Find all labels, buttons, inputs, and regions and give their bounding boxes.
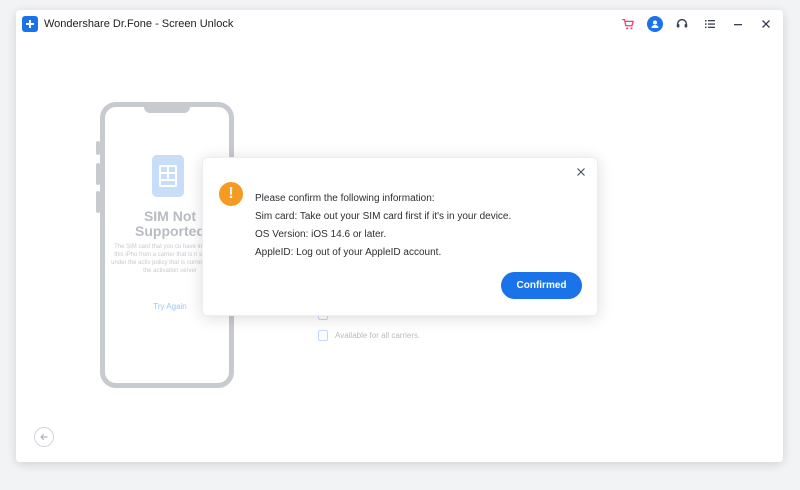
dialog-line: Please confirm the following information… — [255, 193, 435, 204]
app-logo-icon — [22, 16, 38, 32]
app-title: Wondershare Dr.Fone - Screen Unlock — [44, 18, 234, 30]
try-again-link[interactable]: Try Again — [135, 302, 205, 311]
dialog-close-icon[interactable] — [575, 166, 587, 178]
menu-icon[interactable] — [701, 15, 719, 33]
dialog-line: Sim card: Take out your SIM card first i… — [255, 211, 512, 222]
main-content: SIM Not Supported The SIM card that you … — [16, 38, 783, 462]
arrow-left-icon — [40, 433, 48, 441]
confirmed-button[interactable]: Confirmed — [501, 272, 582, 299]
background-row: Available for all carriers. — [318, 330, 420, 341]
phone-notch — [144, 102, 190, 113]
user-avatar-icon[interactable] — [647, 16, 663, 32]
warning-icon: ! — [219, 182, 243, 206]
window-actions — [619, 10, 775, 38]
confirmation-dialog: ! Please confirm the following informati… — [202, 157, 598, 316]
minimize-icon[interactable] — [729, 15, 747, 33]
close-icon[interactable] — [757, 15, 775, 33]
cart-icon[interactable] — [619, 15, 637, 33]
phone-side-button — [96, 163, 100, 185]
phone-side-button — [96, 141, 100, 155]
background-row-label: Available for all carriers. — [335, 331, 421, 340]
app-window: Wondershare Dr.Fone - Screen Unlock SIM … — [16, 10, 783, 462]
dialog-line: OS Version: iOS 14.6 or later. — [255, 229, 387, 240]
document-icon — [318, 330, 328, 341]
sim-card-icon — [152, 155, 184, 197]
headset-icon[interactable] — [673, 15, 691, 33]
dialog-message: Please confirm the following information… — [255, 190, 575, 262]
title-bar: Wondershare Dr.Fone - Screen Unlock — [16, 10, 783, 38]
phone-side-button — [96, 191, 100, 213]
dialog-line: AppleID: Log out of your AppleID account… — [255, 247, 442, 258]
back-button[interactable] — [34, 427, 54, 447]
